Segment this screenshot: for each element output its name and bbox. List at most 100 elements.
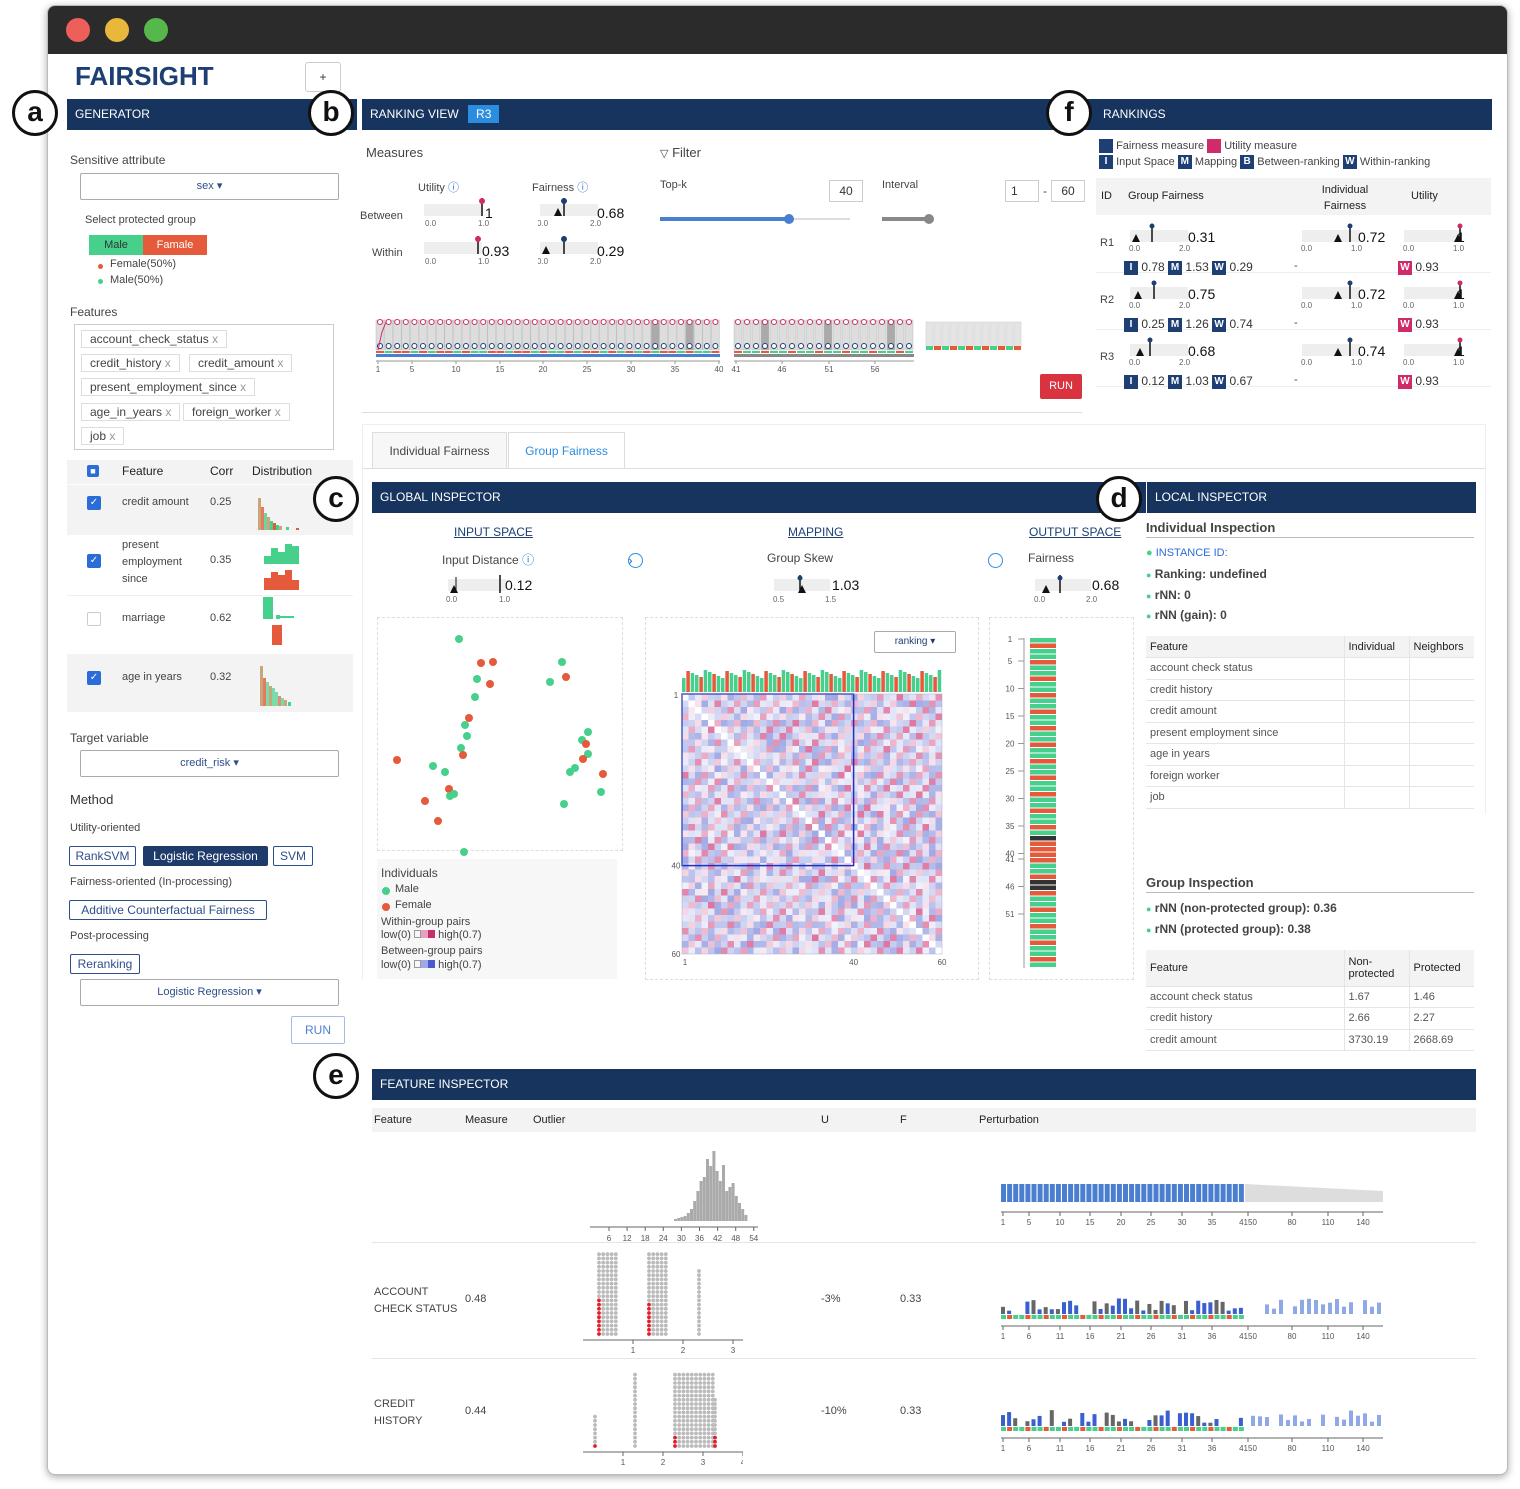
utility-dot (753, 319, 759, 325)
input-space-scatter[interactable] (377, 617, 623, 856)
perturbation-bar (1349, 1410, 1353, 1426)
perturbation-bar (1202, 1303, 1207, 1314)
instance-dot (659, 1269, 664, 1273)
sensitive-attribute-select[interactable]: sex ▾ (80, 173, 339, 200)
close-window-button[interactable] (66, 18, 90, 42)
ranking-order-select[interactable]: ranking ▾ (874, 631, 956, 653)
reranking-button[interactable]: Reranking (70, 954, 140, 974)
ranking-id[interactable]: R1 (1100, 237, 1114, 249)
maximize-window-button[interactable] (144, 18, 168, 42)
group-bar (708, 672, 712, 692)
male-individual-dot[interactable] (597, 788, 605, 796)
logistic-regression-button[interactable]: Logistic Regression (143, 846, 268, 866)
fi-u-header: U (821, 1114, 829, 1126)
male-individual-dot[interactable] (455, 635, 463, 643)
female-individual-dot[interactable] (486, 680, 494, 688)
male-individual-dot[interactable] (546, 678, 554, 686)
matrix-cell (870, 752, 877, 759)
instance-dot (651, 1306, 656, 1311)
filter-label[interactable]: ▽ Filter (660, 145, 701, 160)
ranking-run-button[interactable]: RUN (1040, 374, 1082, 399)
female-individual-dot[interactable] (459, 751, 467, 759)
matrix-cell (812, 726, 819, 733)
instance-dot (613, 1290, 618, 1294)
male-individual-dot[interactable] (471, 693, 479, 701)
ranking-badge: R3 (468, 105, 500, 123)
male-individual-dot[interactable] (463, 732, 471, 740)
minimize-window-button[interactable] (105, 18, 129, 42)
next-circle-icon[interactable] (628, 553, 643, 568)
generator-run-button[interactable]: RUN (291, 1016, 345, 1044)
tab-individual-fairness[interactable]: Individual Fairness (372, 432, 507, 468)
female-individual-dot[interactable] (434, 817, 442, 825)
ranking-id[interactable]: R3 (1100, 351, 1114, 363)
interval-slider-track[interactable] (882, 217, 926, 221)
matrix-cell (896, 863, 903, 870)
next-circle-icon[interactable] (988, 553, 1003, 568)
male-individual-dot[interactable] (560, 800, 568, 808)
group-strip (833, 351, 841, 353)
topk-slider-track[interactable] (660, 217, 790, 221)
tab-group-fairness[interactable]: Group Fairness (508, 432, 625, 469)
topk-slider-handle[interactable] (784, 214, 794, 224)
acf-button[interactable]: Additive Counterfactual Fairness (69, 900, 267, 920)
female-individual-dot[interactable] (477, 659, 485, 667)
ranking-overview-chart[interactable]: 1 5 10 15 20 25 30 35 40 41 46 51 56 (370, 306, 1030, 376)
target-variable-select[interactable]: credit_risk ▾ (80, 750, 339, 777)
select-all-checkbox[interactable]: ■ (87, 465, 99, 477)
feature-chip[interactable]: age_in_years x (81, 403, 181, 421)
female-individual-dot[interactable] (582, 740, 590, 748)
feature-chip[interactable]: foreign_worker x (183, 403, 290, 421)
feature-chip[interactable]: credit_amount x (189, 354, 293, 372)
mapping-matrix[interactable]: 140601 40 60 (670, 658, 960, 976)
ranksvm-button[interactable]: RankSVM (69, 846, 136, 866)
matrix-cell (844, 934, 851, 941)
male-individual-dot[interactable] (584, 728, 592, 736)
matrix-cell (721, 947, 728, 954)
feature-chip[interactable]: credit_history x (81, 354, 180, 372)
matrix-cell (935, 869, 942, 876)
output-axis-label: 5 (1008, 657, 1013, 666)
feature-chip[interactable]: account_check_status x (81, 330, 228, 348)
post-method-select[interactable]: Logistic Regression ▾ (80, 979, 339, 1006)
feature-checkbox[interactable]: ✓ (87, 496, 101, 510)
utility-dot (523, 319, 530, 325)
interval-slider-handle[interactable] (924, 214, 934, 224)
male-individual-dot[interactable] (429, 762, 437, 770)
svm-button[interactable]: SVM (273, 846, 313, 866)
group-strip (743, 351, 751, 353)
male-individual-dot[interactable] (558, 658, 566, 666)
male-individual-dot[interactable] (473, 675, 481, 683)
perturbation-bar (1349, 1302, 1353, 1314)
interval-from-input[interactable]: 1 (1005, 180, 1039, 202)
male-group-button[interactable]: Male (89, 235, 143, 255)
instance-dot (663, 1332, 668, 1336)
input-distance-label: Input Distance ⓘ (442, 553, 535, 567)
female-individual-dot[interactable] (562, 673, 570, 681)
female-individual-dot[interactable] (599, 770, 607, 778)
ranking-id[interactable]: R2 (1100, 294, 1114, 306)
female-individual-dot[interactable] (393, 756, 401, 764)
feature-chip[interactable]: present_employment_since x (81, 378, 256, 396)
female-individual-dot[interactable] (579, 755, 587, 763)
male-individual-dot[interactable] (571, 764, 579, 772)
female-individual-dot[interactable] (489, 658, 497, 666)
male-individual-dot[interactable] (441, 768, 449, 776)
feature-checkbox[interactable]: ✓ (87, 671, 101, 685)
feature-chip[interactable]: job x (81, 427, 125, 445)
female-individual-dot[interactable] (421, 797, 429, 805)
feature-checkbox[interactable] (87, 612, 101, 626)
matrix-cell (877, 817, 884, 824)
add-ranking-button[interactable]: + (305, 62, 341, 92)
male-individual-dot[interactable] (461, 721, 469, 729)
matrix-cell (896, 934, 903, 941)
interval-to-input[interactable]: 60 (1051, 180, 1085, 202)
male-individual-dot[interactable] (450, 790, 458, 798)
female-group-button[interactable]: Famale (143, 235, 207, 255)
male-individual-dot[interactable] (460, 848, 468, 856)
matrix-cell (857, 700, 864, 707)
output-ranking-bars[interactable]: 1510152025303540414651 (996, 636, 1076, 976)
topk-input[interactable]: 40 (829, 180, 863, 202)
feature-checkbox[interactable]: ✓ (87, 554, 101, 568)
global-inspector-header: GLOBAL INSPECTOR (372, 482, 1146, 513)
